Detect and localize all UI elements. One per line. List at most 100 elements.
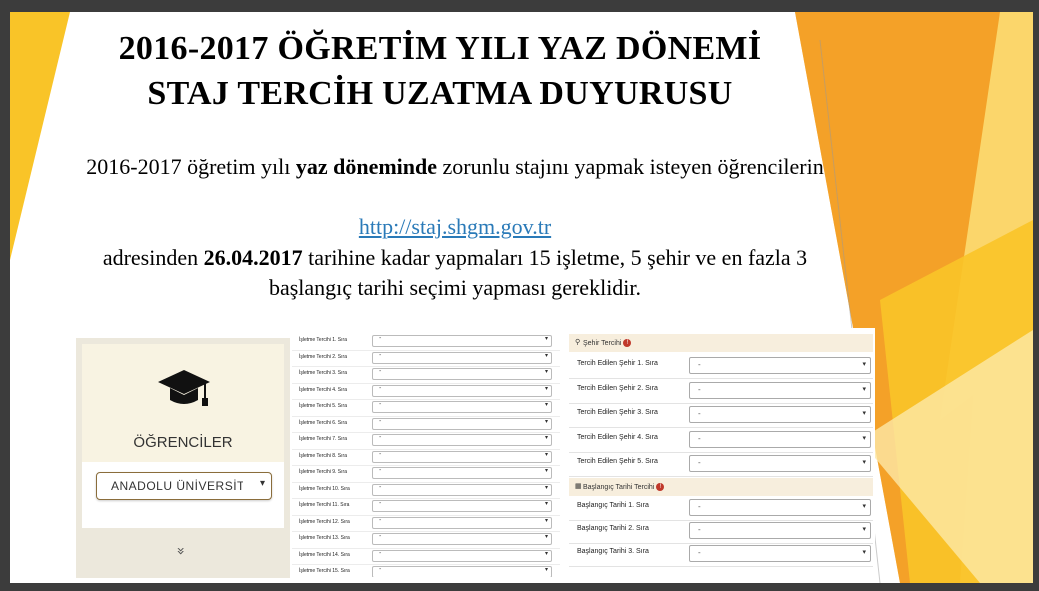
business-preference-row: İşletme Tercihi 9. Sıra - ▾ — [292, 465, 560, 483]
business-preference-select[interactable]: - ▾ — [372, 384, 552, 397]
select-arrow-icon: ▾ — [862, 502, 866, 510]
city-preference-label: Tercih Edilen Şehir 2. Sıra — [577, 384, 658, 392]
start-date-preference-label: Başlangıç Tarihi 2. Sıra — [577, 525, 649, 532]
select-arrow-icon: ▾ — [862, 525, 866, 533]
business-preference-row: İşletme Tercihi 6. Sıra - ▾ — [292, 416, 560, 433]
select-value: - — [379, 335, 382, 342]
city-preference-select[interactable]: - ▾ — [689, 406, 871, 423]
deadline-date: 26.04.2017 — [203, 245, 303, 270]
graduation-cap-icon — [158, 370, 210, 406]
business-preference-row: İşletme Tercihi 10. Sıra - ▾ — [292, 482, 560, 499]
city-preference-select[interactable]: - ▾ — [689, 381, 871, 399]
select-arrow-icon: ▾ — [862, 384, 866, 393]
select-value: - — [379, 434, 382, 441]
city-preference-row: Tercih Edilen Şehir 3. Sıra - ▾ — [569, 403, 873, 428]
business-preference-row: İşletme Tercihi 11. Sıra - ▾ — [292, 498, 560, 516]
expand-chevron-icon[interactable]: » — [172, 547, 188, 556]
business-preference-row: İşletme Tercihi 5. Sıra - ▾ — [292, 399, 560, 417]
city-preference-row: Tercih Edilen Şehir 2. Sıra - ▾ — [569, 379, 873, 404]
city-preference-label: Tercih Edilen Şehir 5. Sıra — [577, 458, 658, 465]
start-date-preferences-header: ▦ Başlangıç Tarihi Tercihi! — [569, 478, 873, 496]
select-arrow-icon: ▾ — [862, 409, 866, 417]
business-preference-row: İşletme Tercihi 15. Sıra - ▾ — [292, 564, 560, 577]
announcement-text-3: adresinden — [102, 245, 204, 270]
city-preference-row: Tercih Edilen Şehir 5. Sıra - ▾ — [569, 452, 873, 477]
select-value: - — [379, 533, 382, 540]
select-arrow-icon: ▾ — [544, 450, 548, 458]
select-value: - — [379, 467, 382, 474]
start-date-preference-select[interactable]: - ▾ — [689, 499, 871, 516]
start-date-preference-select[interactable]: - ▾ — [689, 522, 871, 539]
window-frame-bottom — [0, 583, 1039, 591]
business-preference-label: İşletme Tercihi 6. Sıra — [299, 419, 347, 426]
business-preference-label: İşletme Tercihi 9. Sıra — [299, 469, 347, 475]
select-arrow-icon: ▾ — [544, 516, 548, 524]
select-value: - — [379, 401, 382, 408]
select-arrow-icon: ▾ — [862, 548, 866, 556]
business-preference-label: İşletme Tercihi 13. Sıra — [299, 535, 350, 541]
start-date-preferences-title: Başlangıç Tarihi Tercihi — [583, 483, 655, 491]
select-value: - — [379, 483, 382, 491]
business-preference-select[interactable]: - ▾ — [372, 401, 552, 413]
city-preference-row: Tercih Edilen Şehir 1. Sıra - ▾ — [569, 354, 873, 379]
announcement-bold-term: yaz döneminde — [295, 154, 438, 179]
business-preference-row: İşletme Tercihi 4. Sıra - ▾ — [292, 383, 560, 400]
city-and-date-preferences-panel: ⚲ Şehir Tercihi! Tercih Edilen Şehir 1. … — [567, 328, 875, 567]
business-preference-select[interactable]: - ▾ — [372, 516, 552, 529]
students-panel: ÖĞRENCİLER ANADOLU ÜNİVERSİTESİ ▾ » — [76, 338, 290, 578]
window-frame-top — [0, 0, 1039, 12]
select-arrow-icon: ▾ — [862, 360, 866, 368]
business-preference-select[interactable]: - ▾ — [372, 335, 552, 347]
business-preference-select[interactable]: - ▾ — [372, 434, 552, 446]
select-value: - — [379, 500, 382, 507]
business-preference-row: İşletme Tercihi 2. Sıra - ▾ — [292, 350, 560, 367]
select-arrow-icon: ▾ — [544, 417, 548, 425]
city-preferences-header: ⚲ Şehir Tercihi! — [569, 334, 873, 352]
city-preference-label: Tercih Edilen Şehir 4. Sıra — [577, 433, 658, 441]
city-preference-label: Tercih Edilen Şehir 3. Sıra — [577, 409, 658, 416]
city-preference-select[interactable]: - ▾ — [689, 357, 871, 374]
slide-title-line1: 2016-2017 ÖĞRETİM YILI YAZ DÖNEMİ — [118, 30, 762, 67]
business-preference-select[interactable]: - ▾ — [372, 533, 552, 545]
city-preferences-title: Şehir Tercihi — [583, 339, 622, 347]
business-preference-select[interactable]: - ▾ — [372, 450, 552, 463]
start-date-preference-select[interactable]: - ▾ — [689, 545, 871, 562]
announcement-line1: 2016-2017 öğretim yılı yaz döneminde zor… — [60, 152, 850, 182]
business-preference-label: İşletme Tercihi 14. Sıra — [299, 551, 350, 558]
business-preference-row: İşletme Tercihi 12. Sıra - ▾ — [292, 515, 560, 532]
select-arrow-icon: ▾ — [544, 483, 548, 491]
announcement-line3: adresinden 26.04.2017 tarihine kadar yap… — [60, 243, 850, 303]
business-preference-row: İşletme Tercihi 7. Sıra - ▾ — [292, 432, 560, 450]
business-preferences-panel: İşletme Tercihi 1. Sıra - ▾ İşletme Tercihi… — [292, 327, 560, 577]
select-arrow-icon: ▾ — [544, 351, 548, 359]
select-arrow-icon: ▾ — [862, 458, 866, 466]
select-value: - — [698, 458, 701, 467]
business-preference-label: İşletme Tercihi 11. Sıra — [299, 502, 350, 508]
business-preference-select[interactable]: - ▾ — [372, 500, 552, 512]
university-select[interactable]: ANADOLU ÜNİVERSİTESİ ▾ — [96, 472, 272, 500]
students-label: ÖĞRENCİLER — [133, 434, 233, 451]
business-preference-select[interactable]: - ▾ — [372, 417, 552, 430]
business-preference-select[interactable]: - ▾ — [372, 467, 552, 479]
city-preference-select[interactable]: - ▾ — [689, 455, 871, 472]
business-preference-label: İşletme Tercihi 12. Sıra — [299, 518, 350, 525]
start-date-preference-label: Başlangıç Tarihi 1. Sıra — [577, 502, 649, 509]
select-value: - — [379, 368, 382, 375]
business-preference-label: İşletme Tercihi 2. Sıra — [299, 353, 347, 360]
staj-portal-link[interactable]: http://staj.shgm.gov.tr — [359, 214, 551, 239]
business-preference-select[interactable]: - ▾ — [372, 549, 552, 562]
business-preference-select[interactable]: - ▾ — [372, 483, 552, 496]
select-arrow-icon: ▾ — [544, 384, 548, 392]
select-value: - — [698, 384, 701, 394]
business-preference-row: İşletme Tercihi 13. Sıra - ▾ — [292, 531, 560, 549]
start-date-preference-row: Başlangıç Tarihi 1. Sıra - ▾ — [569, 496, 873, 521]
business-preference-row: İşletme Tercihi 14. Sıra - ▾ — [292, 548, 560, 565]
business-preference-select[interactable]: - ▾ — [372, 566, 552, 577]
select-value: - — [698, 525, 701, 534]
required-badge-icon: ! — [656, 483, 665, 491]
city-preference-select[interactable]: - ▾ — [689, 430, 871, 448]
select-value: - — [698, 360, 701, 369]
business-preference-select[interactable]: - ▾ — [372, 368, 552, 380]
business-preference-select[interactable]: - ▾ — [372, 351, 552, 364]
start-date-preference-row: Başlangıç Tarihi 2. Sıra - ▾ — [569, 519, 873, 544]
